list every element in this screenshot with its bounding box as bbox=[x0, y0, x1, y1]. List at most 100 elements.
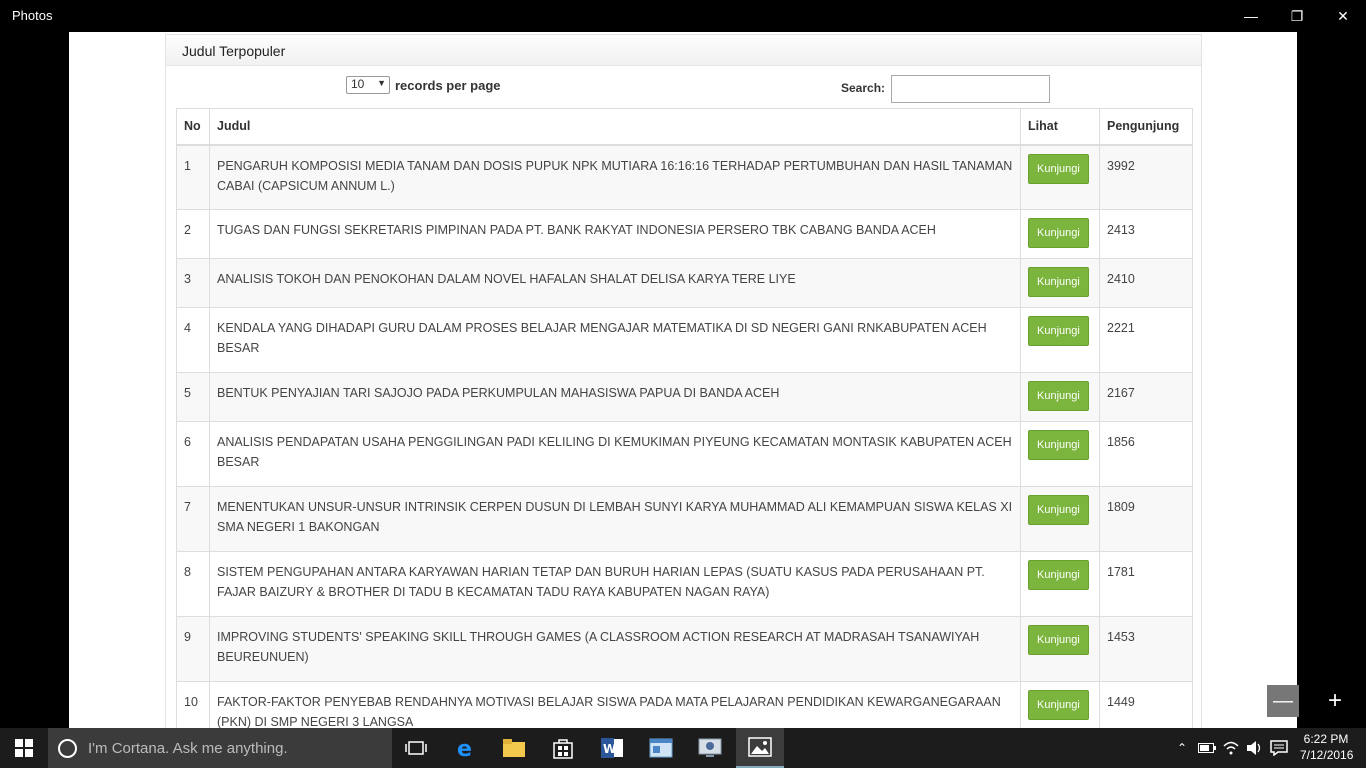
window-app-icon bbox=[649, 738, 673, 758]
kunjungi-button[interactable]: Kunjungi bbox=[1028, 218, 1089, 248]
cell-lihat: Kunjungi bbox=[1020, 372, 1100, 422]
cell-judul: PENGARUH KOMPOSISI MEDIA TANAM DAN DOSIS… bbox=[209, 144, 1021, 210]
file-explorer-button[interactable] bbox=[490, 728, 538, 768]
table-row: 8 SISTEM PENGUPAHAN ANTARA KARYAWAN HARIA… bbox=[176, 551, 1193, 617]
panel-heading: Judul Terpopuler bbox=[166, 35, 1201, 66]
cell-lihat: Kunjungi bbox=[1020, 209, 1100, 259]
network-button[interactable] bbox=[1220, 728, 1242, 768]
kunjungi-button[interactable]: Kunjungi bbox=[1028, 625, 1089, 655]
cortana-search-box[interactable]: I'm Cortana. Ask me anything. bbox=[48, 728, 392, 768]
title-bar: Photos — ❐ ✕ bbox=[0, 0, 1366, 32]
table-row: 10 FAKTOR-FAKTOR PENYEBAB RENDAHNYA MOTIV… bbox=[176, 681, 1193, 728]
zoom-out-button[interactable]: — bbox=[1267, 685, 1299, 717]
cell-lihat: Kunjungi bbox=[1020, 144, 1100, 210]
cell-no: 3 bbox=[176, 258, 210, 308]
action-center-button[interactable] bbox=[1268, 728, 1290, 768]
app-title: Photos bbox=[12, 8, 53, 23]
word-button[interactable]: W bbox=[588, 728, 636, 768]
svg-text:e: e bbox=[457, 737, 472, 759]
records-per-page-label: records per page bbox=[395, 77, 501, 93]
cell-judul: ANALISIS TOKOH DAN PENOKOHAN DALAM NOVEL… bbox=[209, 258, 1021, 308]
cell-no: 6 bbox=[176, 421, 210, 487]
kunjungi-button[interactable]: Kunjungi bbox=[1028, 495, 1089, 525]
system-clock[interactable]: 6:22 PM 7/12/2016 bbox=[1300, 731, 1353, 763]
zoom-controls: — + bbox=[1267, 685, 1366, 717]
table-row: 4 KENDALA YANG DIHADAPI GURU DALAM PROSES… bbox=[176, 307, 1193, 373]
task-view-button[interactable] bbox=[392, 728, 440, 768]
cell-no: 4 bbox=[176, 307, 210, 373]
header-pengunjung[interactable]: Pengunjung bbox=[1099, 108, 1193, 146]
folder-icon bbox=[503, 739, 525, 757]
cell-judul: FAKTOR-FAKTOR PENYEBAB RENDAHNYA MOTIVAS… bbox=[209, 681, 1021, 728]
app-window-button[interactable] bbox=[637, 728, 685, 768]
records-per-page: 10 ▼ records per page bbox=[346, 76, 501, 94]
edge-button[interactable]: e bbox=[441, 728, 489, 768]
table-row: 5 BENTUK PENYAJIAN TARI SAJOJO PADA PERKU… bbox=[176, 372, 1193, 422]
wifi-icon bbox=[1223, 741, 1239, 755]
header-judul[interactable]: Judul bbox=[209, 108, 1021, 146]
battery-icon bbox=[1198, 743, 1216, 753]
cell-pengunjung: 2413 bbox=[1099, 209, 1193, 259]
kunjungi-button[interactable]: Kunjungi bbox=[1028, 690, 1089, 720]
search-label: Search: bbox=[841, 81, 886, 95]
chevron-up-icon: ⌃ bbox=[1176, 741, 1188, 755]
remote-app-button[interactable] bbox=[686, 728, 734, 768]
volume-button[interactable] bbox=[1244, 728, 1266, 768]
battery-button[interactable] bbox=[1196, 728, 1218, 768]
cell-pengunjung: 1449 bbox=[1099, 681, 1193, 728]
cell-no: 2 bbox=[176, 209, 210, 259]
table-header-row: No Judul Lihat Pengunjung bbox=[176, 108, 1193, 146]
search-input[interactable] bbox=[891, 75, 1050, 103]
cortana-placeholder: I'm Cortana. Ask me anything. bbox=[88, 739, 288, 757]
cell-lihat: Kunjungi bbox=[1020, 307, 1100, 373]
show-hidden-icons-button[interactable]: ⌃ bbox=[1172, 728, 1192, 768]
kunjungi-button[interactable]: Kunjungi bbox=[1028, 381, 1089, 411]
store-icon bbox=[553, 739, 573, 759]
cell-no: 9 bbox=[176, 616, 210, 682]
kunjungi-button[interactable]: Kunjungi bbox=[1028, 430, 1089, 460]
cell-lihat: Kunjungi bbox=[1020, 421, 1100, 487]
cell-judul: TUGAS DAN FUNGSI SEKRETARIS PIMPINAN PAD… bbox=[209, 209, 1021, 259]
cell-judul: BENTUK PENYAJIAN TARI SAJOJO PADA PERKUM… bbox=[209, 372, 1021, 422]
records-per-page-value: 10 bbox=[351, 77, 365, 91]
records-per-page-select[interactable]: 10 ▼ bbox=[346, 76, 390, 94]
monitor-app-icon bbox=[698, 738, 722, 757]
photo-viewer: Judul Terpopuler 10 ▼ records per page S… bbox=[69, 32, 1297, 728]
header-no[interactable]: No bbox=[176, 108, 210, 146]
clock-time: 6:22 PM bbox=[1303, 732, 1349, 746]
table-row: 1 PENGARUH KOMPOSISI MEDIA TANAM DAN DOSI… bbox=[176, 144, 1193, 210]
kunjungi-button[interactable]: Kunjungi bbox=[1028, 267, 1089, 297]
cell-judul: MENENTUKAN UNSUR-UNSUR INTRINSIK CERPEN … bbox=[209, 486, 1021, 552]
cell-pengunjung: 2221 bbox=[1099, 307, 1193, 373]
table-row: 7 MENENTUKAN UNSUR-UNSUR INTRINSIK CERPEN… bbox=[176, 486, 1193, 552]
cell-lihat: Kunjungi bbox=[1020, 681, 1100, 728]
task-view-icon bbox=[405, 741, 427, 755]
kunjungi-button[interactable]: Kunjungi bbox=[1028, 153, 1089, 184]
cell-pengunjung: 2167 bbox=[1099, 372, 1193, 422]
popular-titles-table: No Judul Lihat Pengunjung 1 PENGARUH KOMP… bbox=[176, 108, 1193, 728]
table-controls: 10 ▼ records per page Search: bbox=[166, 66, 1201, 106]
chevron-down-icon: ▼ bbox=[377, 78, 386, 88]
cell-pengunjung: 1856 bbox=[1099, 421, 1193, 487]
cell-pengunjung: 3992 bbox=[1099, 144, 1193, 210]
zoom-in-button[interactable]: + bbox=[1319, 685, 1351, 717]
notification-icon bbox=[1270, 740, 1288, 756]
store-button[interactable] bbox=[539, 728, 587, 768]
word-icon: W bbox=[601, 738, 623, 758]
restore-button[interactable]: ❐ bbox=[1274, 0, 1320, 32]
speaker-icon bbox=[1247, 741, 1261, 755]
cell-no: 5 bbox=[176, 372, 210, 422]
cell-pengunjung: 2410 bbox=[1099, 258, 1193, 308]
photos-app-button[interactable] bbox=[736, 728, 784, 768]
cell-judul: KENDALA YANG DIHADAPI GURU DALAM PROSES … bbox=[209, 307, 1021, 373]
cell-no: 7 bbox=[176, 486, 210, 552]
kunjungi-button[interactable]: Kunjungi bbox=[1028, 560, 1089, 590]
cell-judul: SISTEM PENGUPAHAN ANTARA KARYAWAN HARIAN… bbox=[209, 551, 1021, 617]
cell-judul: IMPROVING STUDENTS' SPEAKING SKILL THROU… bbox=[209, 616, 1021, 682]
start-button[interactable] bbox=[0, 728, 48, 768]
header-lihat[interactable]: Lihat bbox=[1020, 108, 1100, 146]
minimize-button[interactable]: — bbox=[1228, 0, 1274, 32]
close-button[interactable]: ✕ bbox=[1320, 0, 1366, 32]
kunjungi-button[interactable]: Kunjungi bbox=[1028, 316, 1089, 346]
cell-lihat: Kunjungi bbox=[1020, 616, 1100, 682]
